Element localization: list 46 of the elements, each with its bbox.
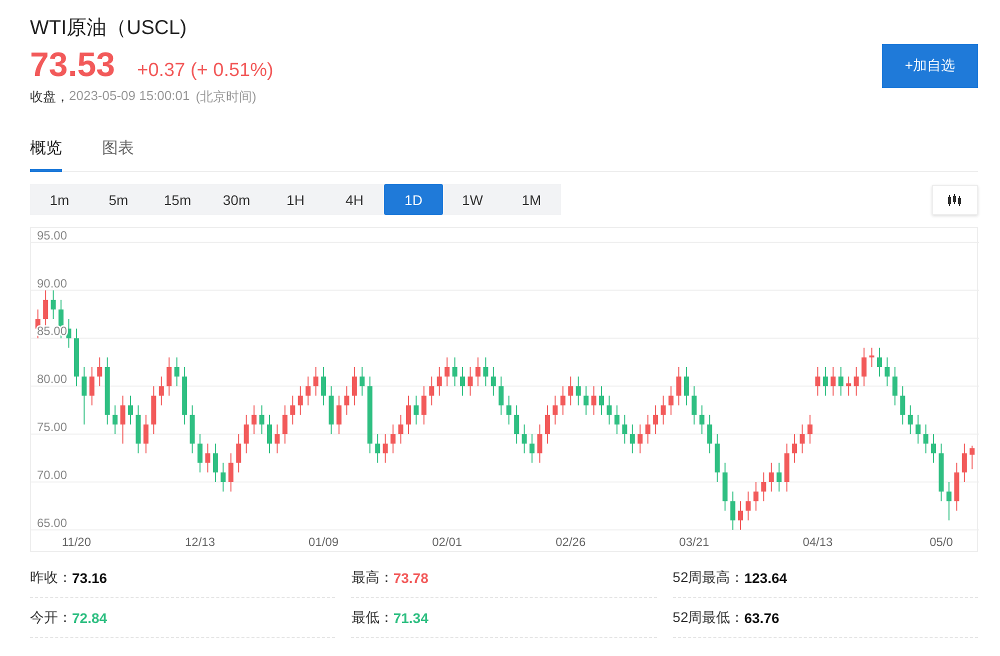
y-axis-label: 90.00: [37, 276, 68, 290]
stat-label: 最低：: [351, 608, 394, 626]
interval-button[interactable]: 1H: [266, 184, 325, 215]
interval-button[interactable]: 4H: [325, 184, 384, 215]
stat-value: 73.16: [72, 570, 108, 586]
chart-type-button[interactable]: [932, 184, 978, 214]
tab[interactable]: 图表: [102, 130, 134, 172]
instrument-title: WTI原油（USCL): [30, 16, 188, 41]
interval-button[interactable]: 15m: [148, 184, 207, 215]
interval-button[interactable]: 1D: [384, 184, 443, 215]
stat-label: 52周最低：: [672, 608, 744, 626]
tab[interactable]: 概览: [30, 130, 62, 172]
timezone: (北京时间): [196, 88, 256, 106]
last-price: 73.53: [30, 46, 116, 85]
interval-button[interactable]: 1M: [502, 184, 561, 215]
timestamp: 2023-05-09 15:00:01: [69, 88, 190, 105]
x-axis-label: 02/01: [432, 535, 462, 549]
x-axis-label: 01/09: [308, 535, 339, 549]
stat-value: 123.64: [744, 570, 788, 586]
x-axis-label: 04/13: [802, 535, 833, 549]
stat-label: 52周最高：: [672, 568, 744, 586]
x-axis-label: 12/13: [185, 535, 216, 549]
y-axis-label: 80.00: [37, 372, 68, 386]
stat-value: 71.34: [393, 610, 428, 626]
y-axis-label: 70.00: [37, 468, 68, 482]
stat-value: 73.78: [393, 570, 428, 586]
interval-button[interactable]: 1W: [443, 184, 502, 215]
market-status: 收盘，: [30, 88, 69, 106]
add-watchlist-button[interactable]: +加自选: [882, 44, 978, 88]
interval-button[interactable]: 30m: [207, 184, 266, 215]
y-axis-label: 65.00: [37, 516, 68, 530]
stat-value: 63.76: [744, 610, 780, 626]
stat-label: 昨收：: [30, 568, 72, 586]
x-axis-label: 05/0: [930, 535, 953, 549]
y-axis-label: 95.00: [37, 228, 68, 242]
stat-label: 今开：: [30, 608, 72, 626]
y-axis-label: 75.00: [37, 420, 68, 434]
price-change: +0.37 (+ 0.51%): [137, 60, 274, 82]
stat-label: 最高：: [351, 568, 394, 586]
interval-button[interactable]: 1m: [30, 184, 89, 215]
candlestick-icon: [947, 192, 963, 206]
x-axis-label: 11/20: [62, 535, 92, 549]
x-axis-label: 02/26: [556, 535, 586, 549]
interval-button[interactable]: 5m: [89, 184, 148, 215]
stat-value: 72.84: [72, 610, 108, 626]
x-axis-label: 03/21: [679, 535, 710, 549]
